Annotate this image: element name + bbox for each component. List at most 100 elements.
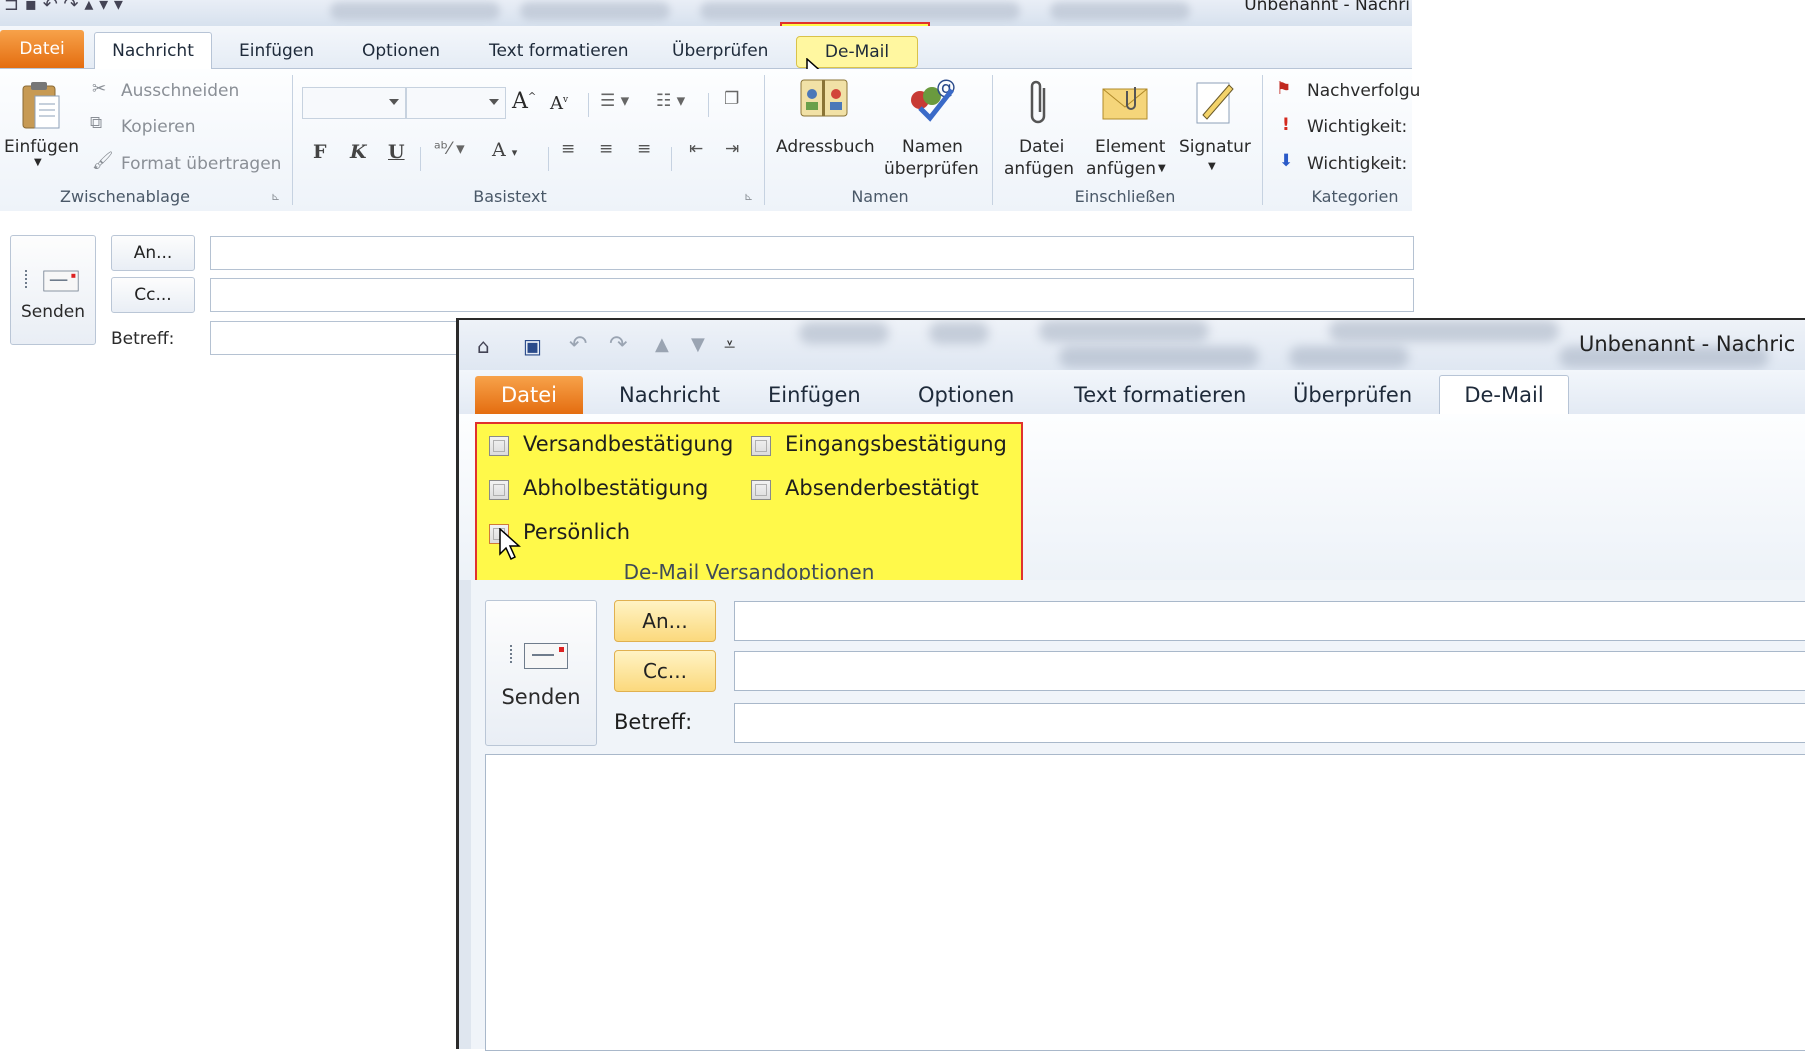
namen-group-label: Namen — [851, 187, 909, 206]
tab-ueberpruefen[interactable]: Überprüfen — [672, 41, 768, 61]
attach-item-dropdown-icon[interactable]: ▼ — [1158, 163, 1166, 174]
cc-button[interactable]: Cc... — [614, 650, 716, 692]
increase-indent-icon[interactable]: ⇥ — [725, 139, 739, 159]
subject-field[interactable] — [734, 703, 1805, 743]
to-button[interactable]: An... — [111, 235, 195, 271]
tab-text-formatieren[interactable]: Text formatieren — [489, 41, 629, 61]
paperclip-icon — [1022, 77, 1058, 127]
up-arrow-icon[interactable]: ▲ — [655, 334, 669, 355]
front-form-left-margin — [459, 580, 471, 1049]
italic-button[interactable]: K — [350, 141, 367, 163]
align-right-icon[interactable]: ≡ — [637, 139, 651, 159]
to-button[interactable]: An... — [614, 600, 716, 642]
undo-icon[interactable]: ↶ — [569, 332, 587, 357]
signature-button[interactable]: Signatur — [1179, 137, 1251, 157]
attach-item-icon — [1100, 81, 1150, 125]
highlight-color-icon[interactable]: ᵃᵇ⁄ ▾ — [434, 139, 465, 159]
tab-einfuegen[interactable]: Einfügen — [239, 41, 314, 61]
to-field[interactable] — [734, 601, 1805, 641]
align-left-icon[interactable]: ≡ — [561, 139, 575, 159]
quick-access-icons[interactable]: ⊐ ▪ ↶ ↷ ▴ ▾ ▾ — [4, 0, 123, 15]
cc-button[interactable]: Cc... — [111, 277, 195, 313]
to-field[interactable] — [210, 236, 1414, 270]
redo-icon[interactable]: ↷ — [609, 332, 627, 357]
dialog-launcher-icon[interactable]: ⊾ — [744, 190, 753, 203]
eingangsbestaetigung-checkbox[interactable] — [751, 436, 771, 456]
follow-up-button[interactable]: Nachverfolgu — [1307, 81, 1420, 101]
low-importance-icon: ⬇ — [1279, 151, 1294, 171]
bold-button[interactable]: F — [313, 141, 327, 163]
tab-nachricht[interactable]: Nachricht — [619, 383, 720, 407]
attach-file-button-line2[interactable]: anfügen — [1004, 159, 1074, 179]
paste-button[interactable]: Einfügen — [4, 137, 79, 157]
message-body[interactable] — [485, 754, 1805, 1051]
send-envelope-icon — [524, 643, 568, 669]
customize-toolbar-icon[interactable]: ⩡ — [724, 332, 735, 356]
shrink-font-icon[interactable]: Av — [550, 93, 568, 114]
tab-datei[interactable]: Datei — [0, 30, 84, 68]
persoenlich-label[interactable]: Persönlich — [523, 520, 630, 544]
back-ribbon-tabs: Datei Nachricht Einfügen Optionen Text f… — [0, 26, 1412, 88]
back-ribbon: Einfügen ▼ ✂ Ausschneiden ⧉ Kopieren 🖌 F… — [0, 69, 1420, 212]
cc-field[interactable] — [734, 651, 1805, 691]
new-item-icon[interactable]: ⌂ — [477, 334, 490, 358]
bullets-icon[interactable]: ☰ ▾ — [600, 91, 629, 111]
signature-dropdown-icon[interactable]: ▼ — [1208, 161, 1216, 172]
tab-einfuegen[interactable]: Einfügen — [768, 383, 861, 407]
cut-button[interactable]: Ausschneiden — [121, 81, 239, 101]
send-envelope-icon — [43, 270, 79, 292]
styles-icon[interactable]: ❐ — [724, 89, 739, 109]
front-ribbon-tabs: Datei Nachricht Einfügen Optionen Text f… — [459, 370, 1805, 416]
tab-nachricht[interactable]: Nachricht — [94, 32, 212, 70]
abholbestaetigung-checkbox[interactable] — [489, 480, 509, 500]
tab-label: Datei — [500, 383, 558, 407]
copy-icon: ⧉ — [90, 113, 103, 133]
save-icon[interactable]: ▣ — [523, 334, 542, 358]
send-button[interactable]: Senden — [485, 600, 597, 746]
tab-ueberpruefen[interactable]: Überprüfen — [1293, 383, 1412, 407]
high-importance-button[interactable]: Wichtigkeit: — [1307, 117, 1407, 137]
font-color-button[interactable]: A ▾ — [492, 139, 517, 161]
absenderbestaetigt-label[interactable]: Absenderbestätigt — [785, 476, 979, 500]
tab-optionen[interactable]: Optionen — [362, 41, 440, 61]
abholbestaetigung-label[interactable]: Abholbestätigung — [523, 476, 708, 500]
font-size-combo[interactable] — [406, 87, 506, 119]
send-label: Senden — [20, 302, 86, 322]
decrease-indent-icon[interactable]: ⇤ — [689, 139, 703, 159]
format-painter-button[interactable]: Format übertragen — [121, 154, 281, 174]
tab-text-formatieren[interactable]: Text formatieren — [1074, 383, 1246, 407]
align-center-icon[interactable]: ≡ — [599, 139, 613, 159]
high-importance-icon: ! — [1282, 115, 1290, 135]
grow-font-icon[interactable]: A^ — [512, 89, 536, 114]
absenderbestaetigt-checkbox[interactable] — [751, 480, 771, 500]
copy-button[interactable]: Kopieren — [121, 117, 196, 137]
address-book-button[interactable]: Adressbuch — [776, 137, 875, 157]
cc-field[interactable] — [210, 278, 1414, 312]
versandbestaetigung-checkbox[interactable] — [489, 436, 509, 456]
send-button[interactable]: Senden — [10, 235, 96, 345]
attach-item-button-line2[interactable]: anfügen — [1086, 159, 1156, 179]
tab-optionen[interactable]: Optionen — [918, 383, 1014, 407]
tab-label: De-Mail — [824, 42, 890, 62]
tab-de-mail[interactable]: De-Mail — [1439, 375, 1569, 416]
numbering-icon[interactable]: ☷ ▾ — [656, 91, 685, 111]
check-names-button-line2[interactable]: überprüfen — [884, 159, 979, 179]
eingangsbestaetigung-label[interactable]: Eingangsbestätigung — [785, 432, 1007, 456]
font-name-combo[interactable] — [302, 87, 406, 119]
check-names-button[interactable]: Namen — [902, 137, 963, 157]
attach-item-button[interactable]: Element — [1095, 137, 1165, 157]
tab-datei[interactable]: Datei — [475, 376, 583, 414]
down-arrow-icon[interactable]: ▼ — [691, 334, 705, 355]
paste-dropdown-icon[interactable]: ▼ — [34, 157, 42, 168]
low-importance-button[interactable]: Wichtigkeit: — [1307, 154, 1407, 174]
tab-label: De-Mail — [1464, 383, 1544, 407]
underline-button[interactable]: U — [388, 141, 405, 163]
clipboard-group-label: Zwischenablage — [60, 187, 190, 206]
front-title-bar: ⌂ ▣ ↶ ↷ ▲ ▼ ⩡ Unbenannt - Nachric — [459, 320, 1805, 370]
versandbestaetigung-label[interactable]: Versandbestätigung — [523, 432, 733, 456]
front-message-form: Senden An... Cc... Betreff: — [459, 580, 1805, 1051]
back-outlook-window: ⊐ ▪ ↶ ↷ ▴ ▾ ▾ Unbenannt - Nachri Datei N… — [0, 0, 1420, 365]
format-painter-icon: 🖌 — [92, 151, 114, 171]
attach-file-button[interactable]: Datei — [1019, 137, 1064, 157]
dialog-launcher-icon[interactable]: ⊾ — [271, 190, 280, 203]
